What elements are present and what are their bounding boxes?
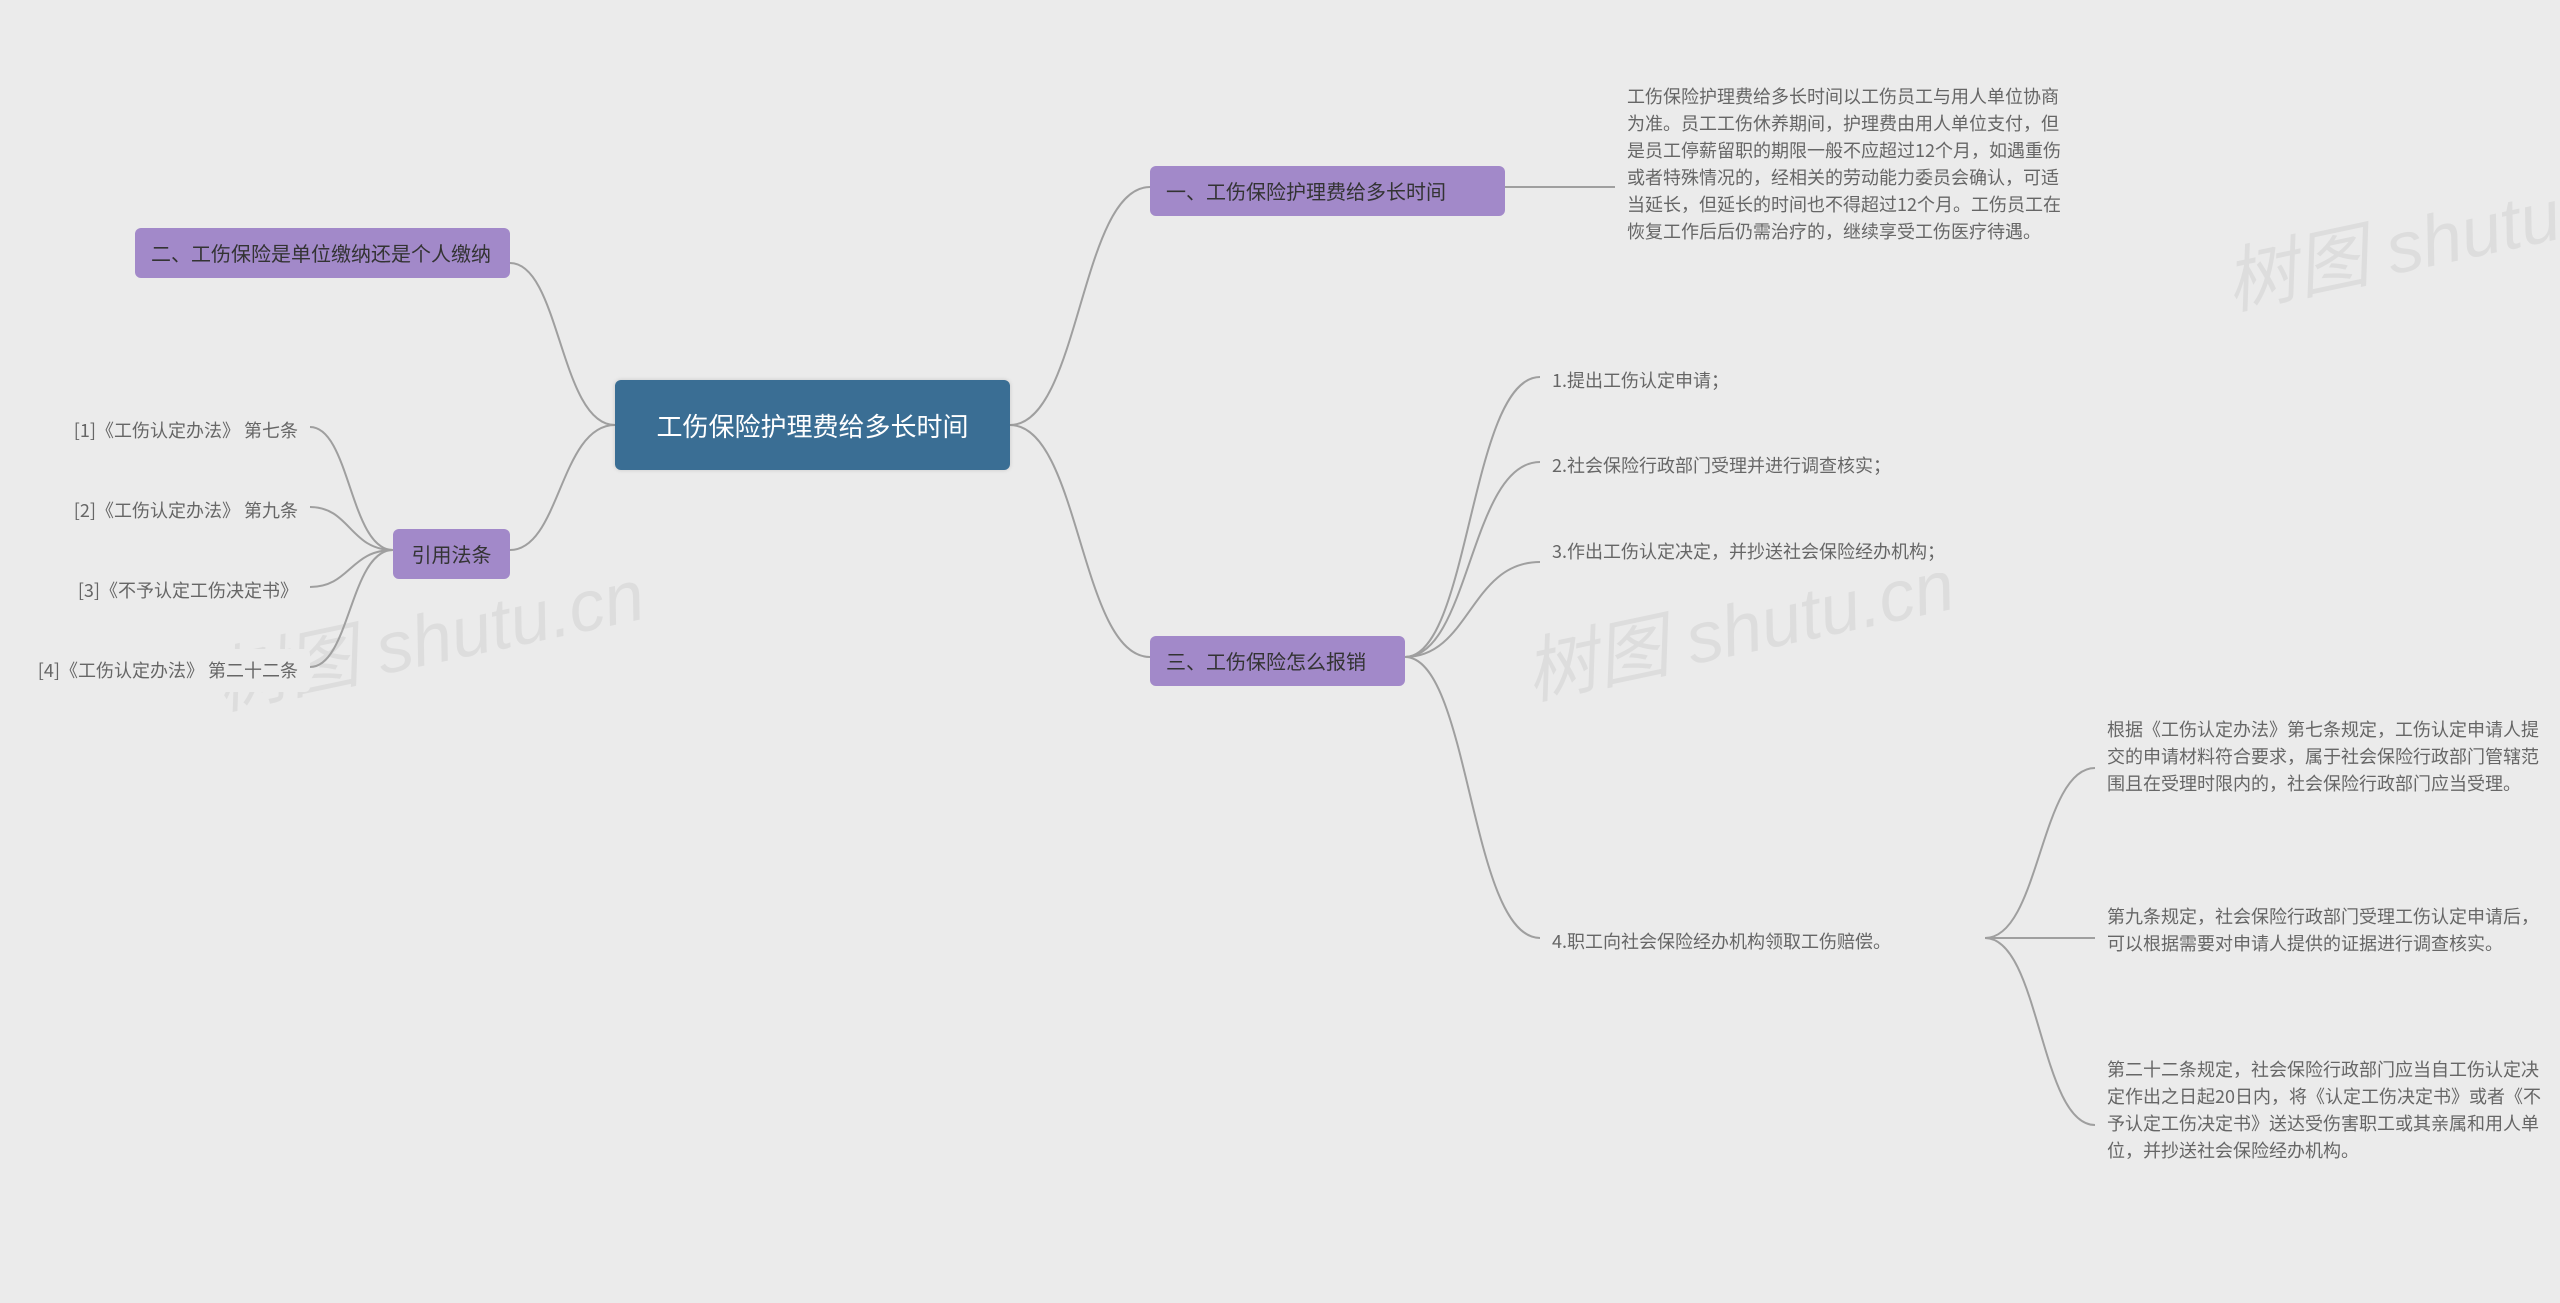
law-branch-label: 引用法条 — [412, 539, 492, 569]
law-item-1[interactable]: [1]《工伤认定办法》 第七条 — [60, 409, 310, 452]
law-item-3[interactable]: [3]《不予认定工伤决定书》 — [60, 569, 310, 612]
branch-3-step-1[interactable]: 1.提出工伤认定申请； — [1540, 359, 1741, 402]
root-node[interactable]: 工伤保险护理费给多长时间 — [615, 380, 1010, 470]
law-item-2[interactable]: [2]《工伤认定办法》 第九条 — [60, 489, 310, 532]
branch-2[interactable]: 二、工伤保险是单位缴纳还是个人缴纳 — [135, 228, 510, 278]
law-branch[interactable]: 引用法条 — [393, 529, 510, 579]
law-item-2-text: [2]《工伤认定办法》 第九条 — [74, 497, 298, 524]
branch-3-step-4-detail-b[interactable]: 第九条规定，社会保险行政部门受理工伤认定申请后，可以根据需要对申请人提供的证据进… — [2095, 895, 2555, 965]
branch-3-step-4-text: 4.职工向社会保险经办机构领取工伤赔偿。 — [1552, 928, 1891, 955]
mindmap-canvas: 树图 shutu.cn 树图 shutu.cn 树图 shutu.cn 工伤保险… — [0, 0, 2560, 1303]
branch-3-step-4[interactable]: 4.职工向社会保险经办机构领取工伤赔偿。 — [1540, 920, 1903, 963]
root-title: 工伤保险护理费给多长时间 — [656, 406, 968, 445]
law-item-3-text: [3]《不予认定工伤决定书》 — [78, 577, 298, 604]
branch-3-step-4-detail-c[interactable]: 第二十二条规定，社会保险行政部门应当自工伤认定决定作出之日起20日内，将《认定工… — [2095, 1048, 2555, 1172]
branch-3-label: 三、工伤保险怎么报销 — [1166, 646, 1366, 676]
detail-4c-text: 第二十二条规定，社会保险行政部门应当自工伤认定决定作出之日起20日内，将《认定工… — [2107, 1056, 2543, 1164]
branch-3-step-2[interactable]: 2.社会保险行政部门受理并进行调查核实； — [1540, 444, 1903, 487]
detail-4b-text: 第九条规定，社会保险行政部门受理工伤认定申请后，可以根据需要对申请人提供的证据进… — [2107, 903, 2543, 957]
branch-3[interactable]: 三、工伤保险怎么报销 — [1150, 636, 1405, 686]
branch-1[interactable]: 一、工伤保险护理费给多长时间 — [1150, 166, 1505, 216]
branch-1-detail-text: 工伤保险护理费给多长时间以工伤员工与用人单位协商为准。员工工伤休养期间，护理费由… — [1627, 83, 2063, 245]
branch-2-label: 二、工伤保险是单位缴纳还是个人缴纳 — [151, 238, 491, 268]
law-item-1-text: [1]《工伤认定办法》 第七条 — [74, 417, 298, 444]
branch-3-step-3-text: 3.作出工伤认定决定，并抄送社会保险经办机构； — [1552, 538, 1945, 565]
branch-3-step-1-text: 1.提出工伤认定申请； — [1552, 367, 1729, 394]
branch-3-step-2-text: 2.社会保险行政部门受理并进行调查核实； — [1552, 452, 1891, 479]
branch-1-label: 一、工伤保险护理费给多长时间 — [1166, 176, 1446, 206]
branch-1-detail[interactable]: 工伤保险护理费给多长时间以工伤员工与用人单位协商为准。员工工伤休养期间，护理费由… — [1615, 75, 2075, 253]
law-item-4[interactable]: [4]《工伤认定办法》 第二十二条 — [22, 649, 310, 692]
branch-3-step-3[interactable]: 3.作出工伤认定决定，并抄送社会保险经办机构； — [1540, 530, 1970, 573]
law-item-4-text: [4]《工伤认定办法》 第二十二条 — [38, 657, 298, 684]
branch-3-step-4-detail-a[interactable]: 根据《工伤认定办法》第七条规定，工伤认定申请人提交的申请材料符合要求，属于社会保… — [2095, 708, 2555, 805]
detail-4a-text: 根据《工伤认定办法》第七条规定，工伤认定申请人提交的申请材料符合要求，属于社会保… — [2107, 716, 2543, 797]
